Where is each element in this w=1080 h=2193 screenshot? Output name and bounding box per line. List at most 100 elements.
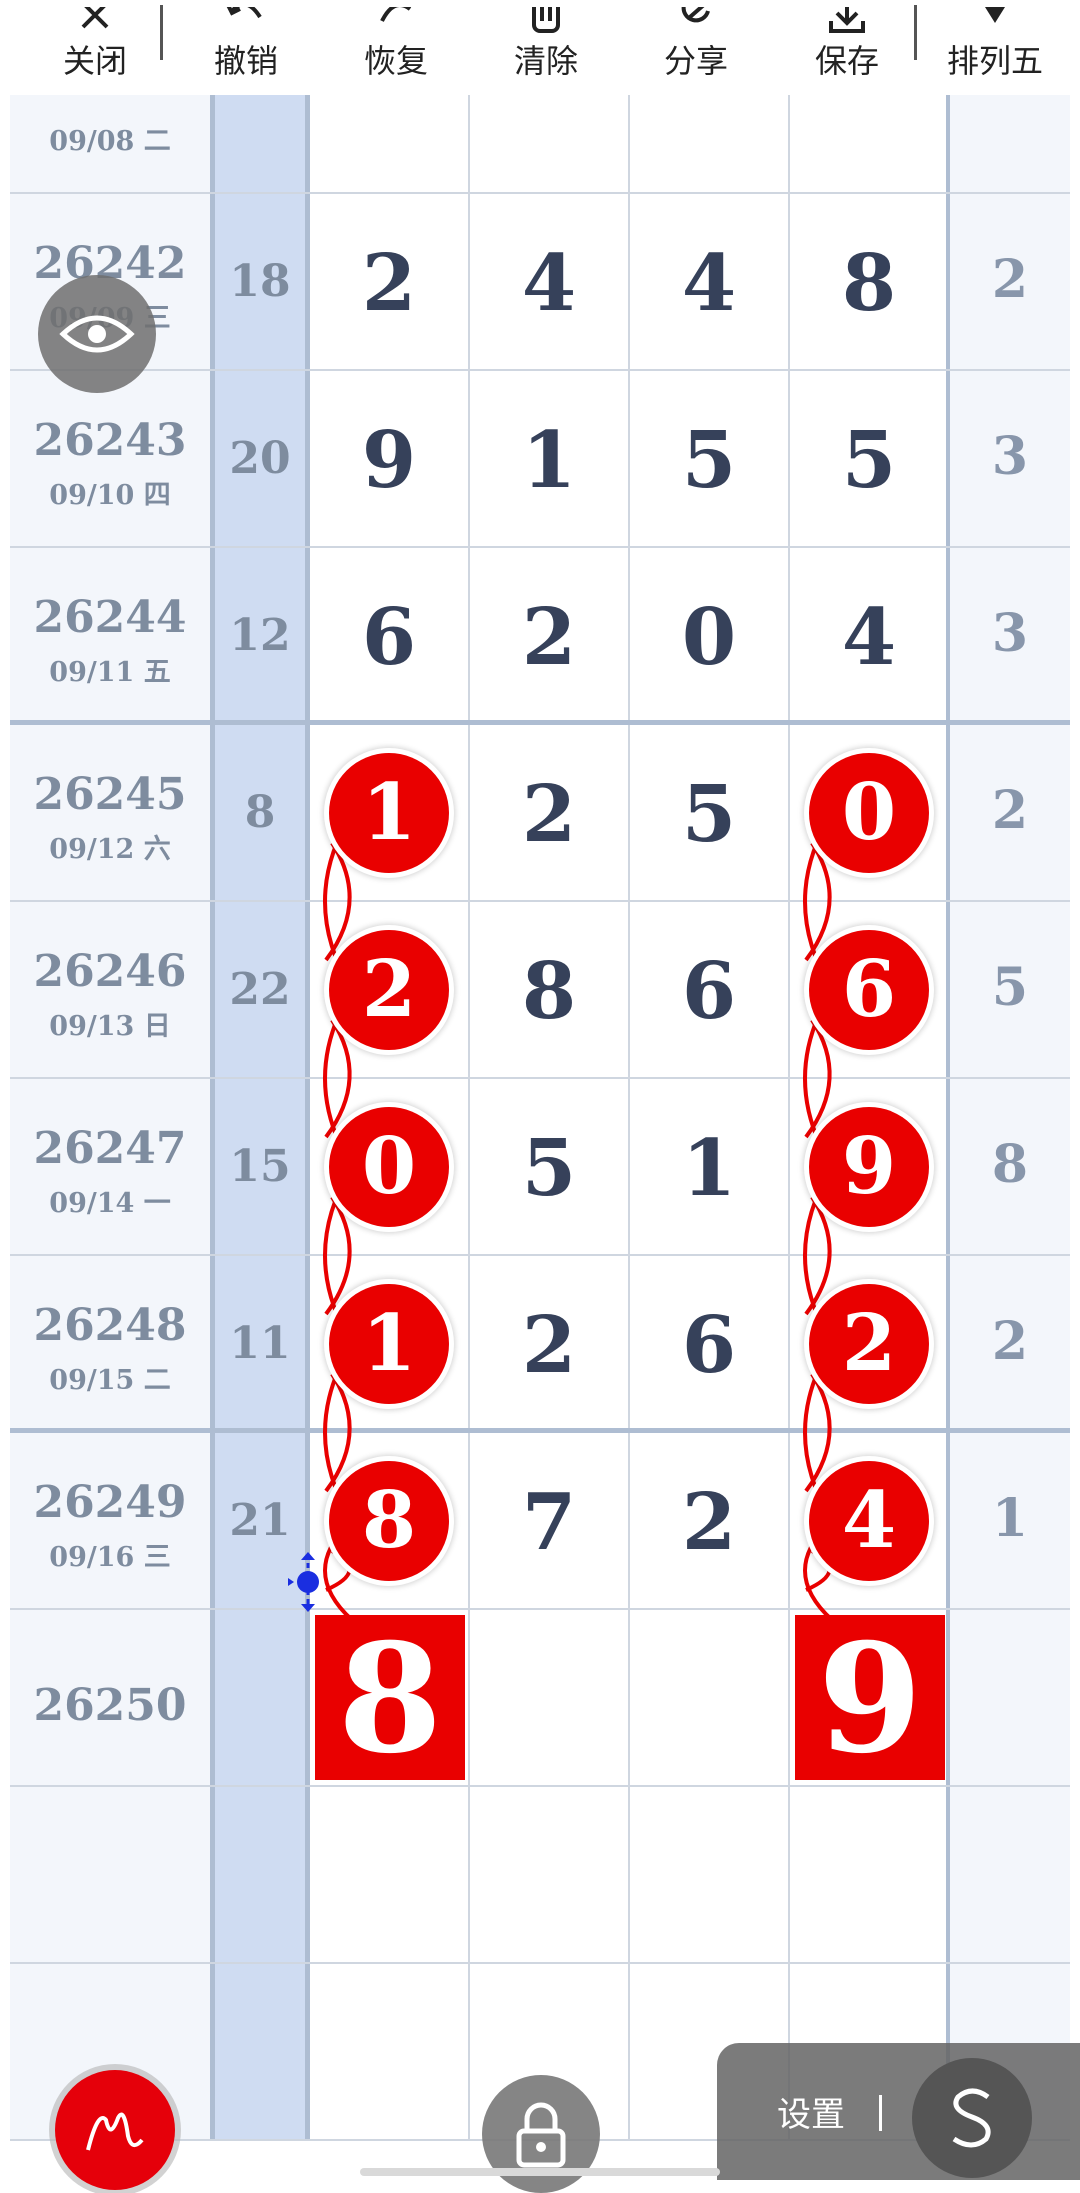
drag-handle[interactable] <box>288 1552 328 1612</box>
digit-cell[interactable] <box>790 1787 950 1964</box>
digit-cell[interactable]: 1 <box>470 371 630 548</box>
save-button[interactable]: 保存 <box>772 0 922 95</box>
close-label: 关闭 <box>62 42 127 80</box>
span-cell <box>950 95 1070 194</box>
digit-cell[interactable]: 6 <box>310 548 470 725</box>
digit-cell[interactable]: 6 <box>630 902 790 1079</box>
sum-cell <box>215 1787 310 1964</box>
digit-value: 9 <box>361 415 417 506</box>
digit-cell[interactable]: 2 <box>470 1256 630 1433</box>
span-value: 3 <box>991 426 1029 487</box>
digit-cell[interactable]: 2 <box>790 1256 950 1433</box>
eye-icon <box>59 315 135 353</box>
highlight-ball: 6 <box>809 930 929 1050</box>
highlight-ball: 0 <box>809 753 929 873</box>
digit-cell[interactable] <box>470 1787 630 1964</box>
digit-cell[interactable]: 8 <box>310 1610 470 1787</box>
digit-value: 2 <box>521 592 577 683</box>
redo-button[interactable]: 恢复 <box>321 0 471 95</box>
digit-cell[interactable]: 5 <box>630 371 790 548</box>
digit-cell[interactable] <box>470 1610 630 1787</box>
sum-value: 8 <box>244 787 276 838</box>
digit-value: 2 <box>521 1300 577 1391</box>
digit-cell[interactable] <box>630 1787 790 1964</box>
issue-date: 09/10 四 <box>49 480 171 511</box>
digit-cell[interactable]: 9 <box>790 1079 950 1256</box>
digit-cell[interactable]: 5 <box>790 371 950 548</box>
digit-cell[interactable]: 0 <box>790 725 950 902</box>
digit-cell[interactable]: 1 <box>310 1256 470 1433</box>
digit-cell[interactable]: 8 <box>470 902 630 1079</box>
digit-cell[interactable] <box>310 1964 470 2141</box>
span-cell: 5 <box>950 902 1070 1079</box>
sum-cell: 8 <box>215 725 310 902</box>
clear-button[interactable]: 清除 <box>471 0 621 95</box>
digit-cell[interactable]: 2 <box>470 548 630 725</box>
issue-number: 26243 <box>33 415 187 466</box>
digit-value: 6 <box>681 1300 737 1391</box>
digit-cell[interactable] <box>630 95 790 194</box>
lottery-trend-grid[interactable]: 09/08 二2624209/09 三18244822624309/10 四20… <box>10 95 1070 2180</box>
digit-cell[interactable]: 5 <box>470 1079 630 1256</box>
digit-value: 8 <box>521 946 577 1037</box>
visibility-toggle-button[interactable] <box>38 275 156 393</box>
issue-cell: 26245 09/12 六 <box>10 725 215 902</box>
issue-cell: 26244 09/11 五 <box>10 548 215 725</box>
issue-cell: 09/08 二 <box>10 95 215 194</box>
pen-tool-button[interactable] <box>55 2070 175 2190</box>
digit-cell[interactable]: 0 <box>630 548 790 725</box>
sum-cell: 20 <box>215 371 310 548</box>
digit-cell[interactable] <box>470 95 630 194</box>
toolbar-divider <box>914 5 917 60</box>
settings-label[interactable]: 设置 <box>777 2087 845 2136</box>
span-value: 2 <box>991 249 1029 310</box>
span-value: 8 <box>991 1134 1029 1195</box>
share-button[interactable]: 分享 <box>621 0 771 95</box>
digit-cell[interactable]: 4 <box>790 548 950 725</box>
table-row: 26250 8 9 <box>10 1610 1070 1787</box>
digit-cell[interactable]: 8 <box>310 1433 470 1610</box>
digit-cell[interactable] <box>630 1610 790 1787</box>
lottery-type-dropdown[interactable]: 排列五 <box>920 0 1070 95</box>
digit-cell[interactable] <box>310 1787 470 1964</box>
digit-cell[interactable]: 9 <box>790 1610 950 1787</box>
digit-cell[interactable]: 2 <box>470 725 630 902</box>
digit-cell[interactable]: 4 <box>790 1433 950 1610</box>
sum-value: 11 <box>229 1318 291 1369</box>
digit-cell[interactable]: 4 <box>470 194 630 371</box>
digit-cell[interactable]: 1 <box>310 725 470 902</box>
digit-cell[interactable]: 6 <box>790 902 950 1079</box>
digit-cell[interactable]: 8 <box>790 194 950 371</box>
issue-cell <box>10 1787 215 1964</box>
digit-cell[interactable] <box>310 95 470 194</box>
issue-number: 26249 <box>33 1477 187 1528</box>
digit-cell[interactable]: 0 <box>310 1079 470 1256</box>
redo-label: 恢复 <box>363 42 428 80</box>
digit-cell[interactable]: 4 <box>630 194 790 371</box>
digit-cell[interactable]: 9 <box>310 371 470 548</box>
digit-cell[interactable]: 2 <box>310 194 470 371</box>
sum-value: 12 <box>229 610 291 661</box>
digit-cell[interactable] <box>790 95 950 194</box>
span-cell: 1 <box>950 1433 1070 1610</box>
span-cell: 2 <box>950 725 1070 902</box>
issue-cell: 26243 09/10 四 <box>10 371 215 548</box>
lottery-type-label: 排列五 <box>946 42 1043 80</box>
digit-cell[interactable]: 2 <box>310 902 470 1079</box>
issue-date: 09/08 二 <box>49 126 171 157</box>
issue-cell: 26249 09/16 三 <box>10 1433 215 1610</box>
digit-cell[interactable]: 7 <box>470 1433 630 1610</box>
settings-s-button[interactable] <box>912 2058 1032 2178</box>
span-value: 3 <box>991 603 1029 664</box>
highlight-ball: 2 <box>329 930 449 1050</box>
sum-value: 20 <box>229 433 291 484</box>
close-button[interactable]: 关闭 <box>20 0 170 95</box>
digit-cell[interactable]: 6 <box>630 1256 790 1433</box>
digit-cell[interactable]: 5 <box>630 725 790 902</box>
digit-cell[interactable]: 1 <box>630 1079 790 1256</box>
undo-button[interactable]: 撤销 <box>171 0 321 95</box>
highlight-ball: 1 <box>329 1284 449 1404</box>
issue-number: 26248 <box>33 1300 187 1351</box>
digit-cell[interactable]: 2 <box>630 1433 790 1610</box>
s-curve-icon <box>952 2088 991 2148</box>
